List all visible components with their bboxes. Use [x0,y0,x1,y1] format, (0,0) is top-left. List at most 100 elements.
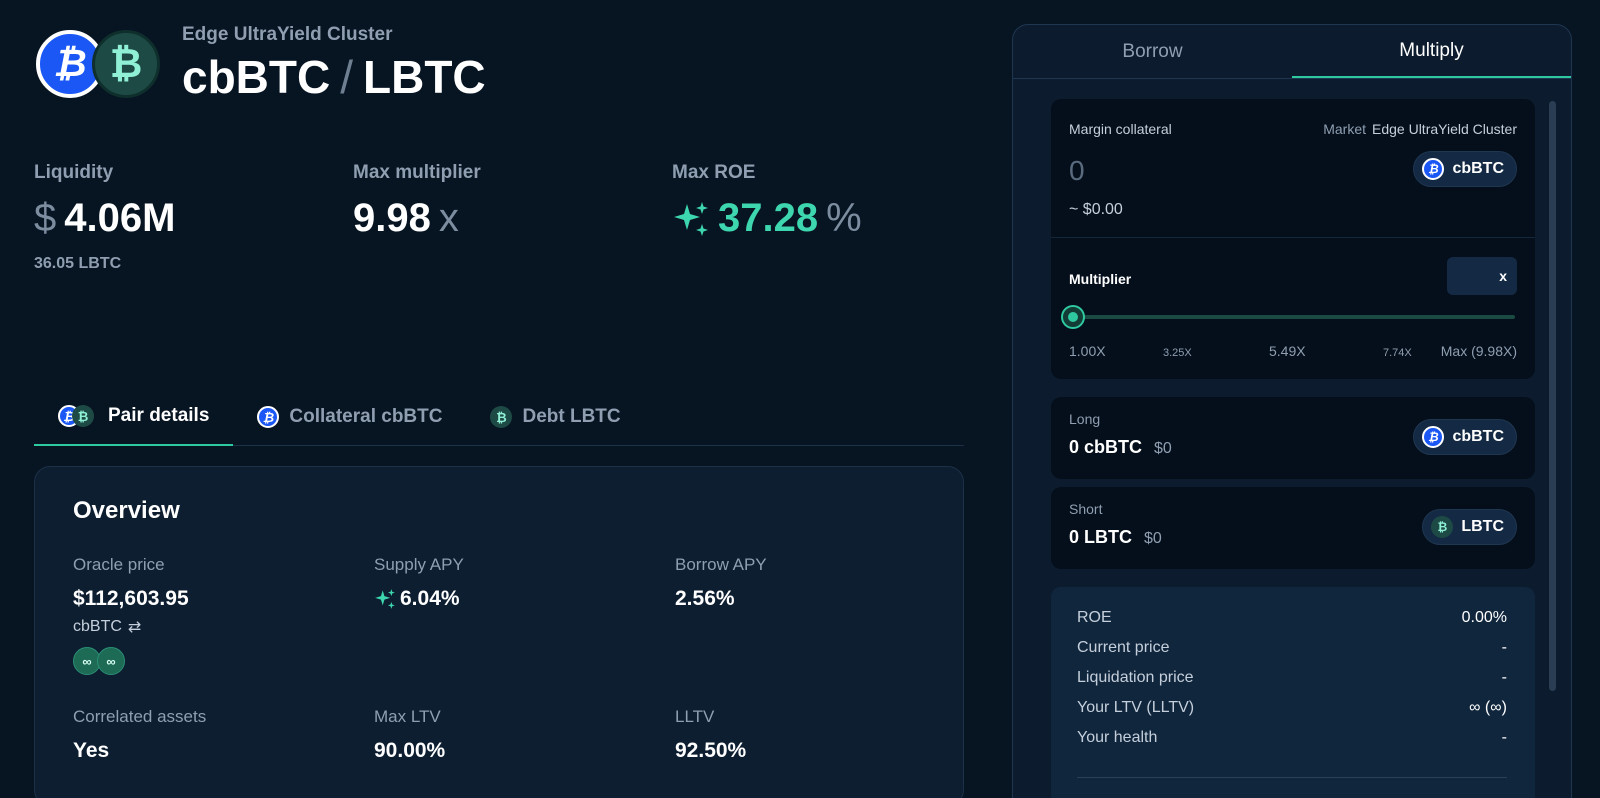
tab-multiply[interactable]: Multiply [1292,25,1571,78]
summary-value: 0.00% [1461,609,1507,626]
tick-label: 5.49X [1269,343,1306,359]
multiplier-suffix: x [438,196,459,240]
max-ltv-value: 90.00% [374,739,446,762]
divider [1077,777,1507,778]
stat-liquidity: Liquidity $4.06M 36.05 LBTC [34,162,175,273]
swap-icon[interactable]: ⇄ [128,617,141,637]
short-position-box: Short 0 LBTC $0 ₿ LBTC [1051,487,1535,569]
supply-apy-label: Supply APY [374,555,464,574]
margin-amount-input[interactable] [1069,155,1369,187]
long-usd: $0 [1154,440,1172,457]
multiplier-slider-handle[interactable] [1063,307,1083,327]
tick-label: 1.00X [1069,343,1106,359]
long-amount: 0 cbBTC [1069,437,1143,457]
summary-value: - [1501,639,1507,656]
cbbtc-icon: ₿ [1422,158,1445,180]
long-token-selector[interactable]: ₿ cbBTC [1413,419,1517,455]
token-label: LBTC [1461,518,1504,535]
oracle-price: Oracle price $112,603.95 cbBTC ⇄ ∞ ∞ [73,555,189,675]
short-amount: 0 LBTC [1069,527,1132,547]
margin-usd-value: ~ $0.00 [1069,201,1123,218]
lbtc-icon: ₿ [72,405,94,427]
market-label: Market [1323,121,1366,137]
token-label: cbBTC [1452,160,1504,177]
overview-title: Overview [73,497,180,524]
divider [1051,237,1535,238]
short-usd: $0 [1144,530,1162,547]
oracle-providers: ∞ ∞ [73,647,189,675]
cbbtc-icon: ₿ [257,406,280,428]
lbtc-coin-icon: ₿ [92,30,160,98]
summary-value: ∞ (∞) [1469,699,1507,716]
stat-label: Max multiplier [353,162,481,183]
long-position-box: Long 0 cbBTC $0 ₿ cbBTC [1051,397,1535,479]
max-multiplier-value: 9.98 [353,196,431,240]
cluster-name: Edge UltraYield Cluster [182,24,393,45]
summary-label: Your LTV (LLTV) [1077,699,1195,716]
tab-label: Pair details [108,405,210,426]
long-label: Long [1069,411,1101,427]
stat-label: Liquidity [34,162,114,183]
summary-label: ROE [1077,609,1112,626]
debt-symbol: LBTC [363,51,486,103]
summary-value: - [1501,669,1507,686]
roe-suffix: % [826,196,862,240]
tick-label: Max (9.98X) [1440,343,1517,359]
multiplier-suffix: x [1499,268,1507,284]
max-ltv: Max LTV 90.00% [374,707,445,763]
market-value: Edge UltraYield Cluster [1372,121,1517,137]
pair-icons: ₿ ₿ [58,405,94,427]
borrow-apy: Borrow APY 2.56% [675,555,767,611]
lltv: LLTV 92.50% [675,707,746,763]
margin-collateral-box: Margin collateral Market Edge UltraYield … [1051,99,1535,379]
tab-label: Debt LBTC [522,406,621,427]
multiplier-slider-track[interactable] [1073,315,1515,319]
liquidity-value: 4.06M [64,196,176,240]
pair-separator: / [340,51,354,103]
stat-label: Max ROE [672,162,756,183]
collateral-token-selector[interactable]: ₿ cbBTC [1413,151,1517,187]
tab-borrow[interactable]: Borrow [1013,25,1292,78]
overview-card: Overview Oracle price $112,603.95 cbBTC ⇄… [34,466,964,798]
panel-scrollbar[interactable] [1549,101,1556,691]
summary-row-roe: ROE 0.00% [1077,609,1507,627]
max-roe-value: 37.28 [718,196,819,240]
lltv-label: LLTV [675,707,715,726]
short-token-selector[interactable]: ₿ LBTC [1422,509,1517,545]
token-label: cbBTC [1452,428,1504,445]
tab-pair-details[interactable]: ₿ ₿ Pair details [34,388,234,446]
currency-prefix: $ [34,196,57,240]
multiply-panel: Borrow Multiply Margin collateral Market… [1012,24,1572,798]
summary-row-liquidation-price: Liquidation price - [1077,669,1507,687]
lltv-value: 92.50% [675,739,747,762]
oracle-price-label: Oracle price [73,555,165,574]
tab-label: Collateral cbBTC [289,406,443,427]
multiplier-ticks: 1.00X 3.25X 5.49X 7.74X Max (9.98X) [1051,343,1535,363]
tick-label: 3.25X [1163,347,1192,359]
max-ltv-label: Max LTV [374,707,441,726]
detail-tabs: ₿ ₿ Pair details ₿ Collateral cbBTC ₿ De… [34,388,964,446]
pair-title: cbBTC / LBTC [182,50,486,104]
correlated-assets: Correlated assets Yes [73,707,206,763]
summary-row-current-price: Current price - [1077,639,1507,657]
collateral-symbol: cbBTC [182,51,331,103]
margin-collateral-label: Margin collateral [1069,121,1172,137]
sparkle-icon [674,201,708,236]
tick-label: 7.74X [1383,347,1412,359]
borrow-apy-label: Borrow APY [675,555,767,574]
tab-collateral[interactable]: ₿ Collateral cbBTC [233,388,466,446]
multiplier-label: Multiplier [1069,271,1132,287]
oracle-icon[interactable]: ∞ [97,647,125,675]
sparkle-icon [375,589,395,609]
tab-debt[interactable]: ₿ Debt LBTC [466,388,644,446]
summary-label: Current price [1077,639,1170,656]
summary-label: Liquidation price [1077,669,1194,686]
oracle-price-unit: cbBTC [73,618,122,635]
summary-label: Your health [1077,729,1158,746]
multiplier-input[interactable]: x [1447,257,1517,295]
summary-row-ltv: Your LTV (LLTV) ∞ (∞) [1077,699,1507,717]
short-label: Short [1069,501,1103,517]
borrow-apy-value: 2.56% [675,587,735,610]
liquidity-sub: 36.05 LBTC [34,255,122,272]
oracle-price-value: $112,603.95 [73,587,189,610]
